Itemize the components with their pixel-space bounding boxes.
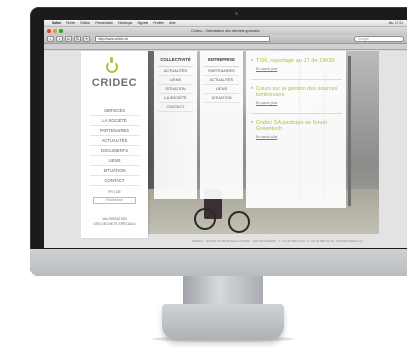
photo-bicycle-wheel [194, 208, 216, 230]
monitor-chin [30, 249, 407, 276]
add-bookmark-icon[interactable]: + [83, 36, 90, 42]
menu-item[interactable]: Édition [80, 21, 90, 25]
menu-entreprise: ENTREPRISE PARTENAIRES ACTUALITÉS LIENS … [200, 51, 243, 199]
menu-item-societe[interactable]: LA SOCIÉTÉ [158, 94, 193, 103]
forward-arrow-icon[interactable]: › [56, 36, 63, 42]
bookmarks-bar [44, 44, 407, 50]
web-page: CRIDEC SERVICES LA SOCIÉTÉ PARTENAIRES A… [44, 51, 407, 248]
screen: Safari Fichier Édition Présentation Hist… [44, 20, 407, 248]
menu-item-actualites[interactable]: ACTUALITÉS [204, 76, 239, 85]
menu-item-liens[interactable]: LIENS [158, 76, 193, 85]
menu-item-partenaires[interactable]: PARTENAIRES [204, 67, 239, 76]
nav-item-situation[interactable]: SITUATION [90, 166, 139, 176]
site-footer: CRIDEC · ROUTE DU BOIS-DE-LA-CROIX · 130… [191, 239, 364, 243]
browser-toolbar: ‹ › ⌂ ↻ + http://www.cridec.ch Google [44, 35, 407, 44]
home-icon[interactable]: ⌂ [65, 36, 72, 42]
nav-item-documents[interactable]: DOCUMENTS [90, 146, 139, 156]
site-nav: SERVICES LA SOCIÉTÉ PARTENAIRES ACTUALIT… [90, 106, 139, 186]
divider [251, 112, 342, 114]
mac-menubar: Safari Fichier Édition Présentation Hist… [44, 20, 407, 27]
menu-collectivite: COLLECTIVITÉ ACTUALITÉS LIENS SITUATION … [154, 51, 197, 199]
menu-title: COLLECTIVITÉ [158, 51, 193, 67]
menu-item[interactable]: Fichier [66, 21, 76, 25]
language-switch[interactable]: FR | DE [90, 190, 139, 194]
site-logo[interactable]: CRIDEC [81, 77, 148, 89]
news-title[interactable]: TSR, reportage au JT de 19h30 [256, 58, 342, 65]
read-more-link[interactable]: En savoir plus [256, 101, 342, 105]
computer-scene: Safari Fichier Édition Présentation Hist… [0, 0, 407, 347]
address-bar[interactable]: http://www.cridec.ch [95, 36, 270, 42]
photo-post [348, 56, 351, 206]
site-sidebar: CRIDEC SERVICES LA SOCIÉTÉ PARTENAIRES A… [81, 51, 148, 238]
search-field[interactable]: Google [354, 36, 404, 42]
photo-bicycle-wheel [228, 211, 250, 233]
read-more-link[interactable]: En savoir plus [256, 135, 342, 139]
menu-item[interactable]: Signets [137, 21, 148, 25]
monitor-stand-foot [162, 304, 284, 340]
read-more-link[interactable]: En savoir plus [256, 67, 342, 71]
nav-item-partenaires[interactable]: PARTENAIRES [90, 126, 139, 136]
divider [251, 78, 342, 80]
site-search-input[interactable]: Recherche [93, 197, 136, 204]
menu-item[interactable]: Présentation [95, 21, 113, 25]
arrow-right-icon: ▸ [251, 58, 254, 63]
site-tagline: VALORISATION DES DÉCHETS SPÉCIAUX [87, 217, 142, 226]
news-item[interactable]: ▸ Cridec SA participe au forum Greentech… [251, 120, 342, 139]
news-panel: ▸ TSR, reportage au JT de 19h30 En savoi… [246, 51, 346, 208]
nav-item-services[interactable]: SERVICES [90, 106, 139, 116]
nav-item-liens[interactable]: LIENS [90, 156, 139, 166]
reload-icon[interactable]: ↻ [74, 36, 81, 42]
nav-item-actualites[interactable]: ACTUALITÉS [90, 136, 139, 146]
minimize-window-button[interactable] [53, 29, 57, 33]
menubar-clock: Jeu. 17:21 [388, 21, 403, 25]
window-title: Cridec – Valorisation des déchets spécia… [191, 29, 260, 33]
arrow-right-icon: ▸ [251, 85, 254, 91]
arrow-right-icon: ▸ [251, 119, 254, 125]
menu-item-situation[interactable]: SITUATION [158, 85, 193, 94]
close-window-button[interactable] [47, 29, 51, 33]
menu-item[interactable]: Historique [118, 21, 132, 25]
tagline-line: DES DÉCHETS SPÉCIAUX [93, 221, 136, 226]
zoom-window-button[interactable] [59, 29, 63, 33]
menu-item-situation[interactable]: SITUATION [204, 94, 239, 103]
back-arrow-icon[interactable]: ‹ [47, 36, 54, 42]
window-titlebar: Cridec – Valorisation des déchets spécia… [44, 27, 407, 35]
nav-item-contact[interactable]: CONTACT [90, 176, 139, 186]
news-title[interactable]: Cours sur la gestion des sources lumineu… [256, 86, 342, 99]
camera-icon [235, 12, 238, 15]
menu-item[interactable]: Fenêtre [153, 21, 164, 25]
menu-item[interactable]: Safari [52, 21, 61, 25]
menu-title: ENTREPRISE [204, 51, 239, 67]
news-item[interactable]: ▸ Cours sur la gestion des sources lumin… [251, 86, 342, 105]
menu-item-contact[interactable]: CONTACT [158, 103, 193, 112]
news-item[interactable]: ▸ TSR, reportage au JT de 19h30 En savoi… [251, 58, 342, 71]
menu-item-actualites[interactable]: ACTUALITÉS [158, 67, 193, 76]
menu-item[interactable]: Aide [169, 21, 175, 25]
cridec-logo-icon[interactable] [106, 57, 118, 73]
news-title[interactable]: Cridec SA participe au forum Greentech [256, 120, 342, 133]
menu-item-liens[interactable]: LIENS [204, 85, 239, 94]
window-controls [47, 29, 63, 33]
nav-item-societe[interactable]: LA SOCIÉTÉ [90, 116, 139, 126]
